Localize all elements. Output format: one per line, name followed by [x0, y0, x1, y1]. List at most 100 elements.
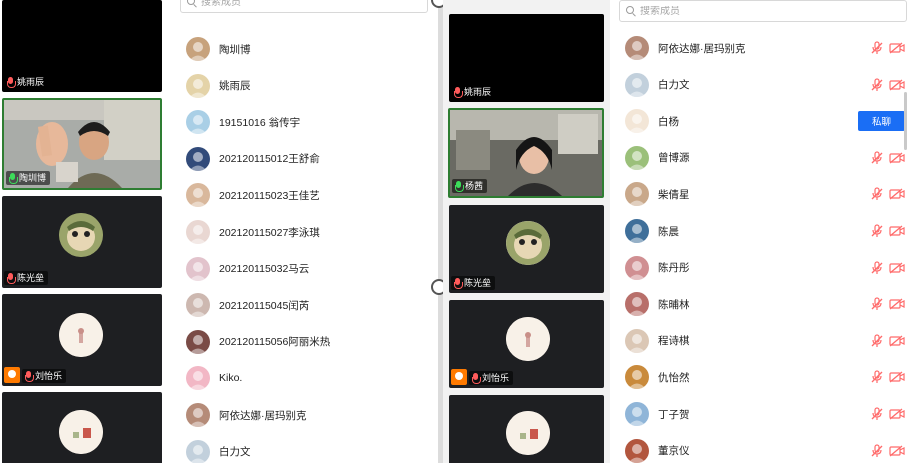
camera-off-icon[interactable]: [889, 79, 905, 91]
camera-off-badge-icon: [4, 367, 20, 383]
member-name: 程诗棋: [658, 335, 690, 348]
video-tile[interactable]: 陈光垒: [449, 205, 604, 293]
camera-off-badge-icon: [451, 369, 467, 385]
member-avatar: [186, 183, 210, 208]
mic-muted-icon[interactable]: [870, 224, 884, 238]
member-list-item[interactable]: 202120115045闰芮: [170, 287, 438, 323]
participant-nameplate: 姚雨辰: [4, 75, 49, 89]
member-name: 姚雨辰: [219, 80, 251, 93]
participant-nameplate: 刘怡乐: [469, 371, 514, 385]
member-search-box[interactable]: [619, 0, 907, 22]
camera-off-icon[interactable]: [889, 335, 905, 347]
member-list-item[interactable]: 仇怡然: [612, 359, 911, 395]
camera-off-icon[interactable]: [889, 152, 905, 164]
member-list-item[interactable]: 白力文: [170, 434, 438, 463]
member-search-input[interactable]: [640, 5, 840, 17]
member-avatar: [625, 219, 649, 243]
camera-off-icon[interactable]: [889, 262, 905, 274]
mic-muted-icon[interactable]: [870, 41, 884, 55]
video-tile[interactable]: 刘怡乐: [2, 294, 162, 386]
member-list-item[interactable]: 陶圳博: [170, 31, 438, 67]
camera-off-icon[interactable]: [889, 445, 905, 457]
mic-muted-icon[interactable]: [870, 370, 884, 384]
member-list-item[interactable]: 陈晨: [612, 213, 911, 249]
member-name: 陈晡林: [658, 298, 690, 311]
mic-muted-icon[interactable]: [870, 187, 884, 201]
member-name: 陶圳博: [219, 43, 251, 56]
video-tile[interactable]: [2, 392, 162, 463]
participant-avatar: [506, 411, 550, 455]
mic-muted-icon: [24, 370, 34, 382]
member-list-item[interactable]: 柴倩星: [612, 176, 911, 212]
mic-muted-icon[interactable]: [870, 297, 884, 311]
camera-off-icon[interactable]: [889, 298, 905, 310]
camera-off-icon[interactable]: [889, 371, 905, 383]
mic-muted-icon[interactable]: [870, 443, 884, 458]
member-list-scrollbar[interactable]: [904, 92, 907, 150]
member-avatar: [186, 73, 210, 98]
video-tile[interactable]: 陈光垒: [2, 196, 162, 288]
member-list-item[interactable]: 19151016 翁传宇: [170, 104, 438, 140]
member-name: 202120115023王佳艺: [219, 189, 320, 202]
member-name: 202120115012王舒俞: [219, 153, 320, 166]
member-list-item[interactable]: Kiko.: [170, 360, 438, 396]
video-tile[interactable]: 姚雨辰: [2, 0, 162, 92]
member-list-item[interactable]: 丁子贺: [612, 396, 911, 432]
member-list-item[interactable]: 程诗棋: [612, 323, 911, 359]
member-search-input[interactable]: [201, 0, 401, 8]
member-avatar: [186, 220, 210, 244]
member-name: 白力文: [658, 79, 690, 92]
camera-off-icon[interactable]: [889, 42, 905, 54]
private-chat-button[interactable]: 私聊: [858, 111, 905, 132]
camera-off-icon[interactable]: [889, 225, 905, 237]
member-name: 曾博源: [658, 152, 690, 165]
member-list-item[interactable]: 白力文: [612, 67, 911, 103]
member-avatar: [625, 145, 649, 170]
member-search-box[interactable]: [180, 0, 428, 13]
participant-name: 陶圳博: [19, 173, 47, 183]
member-name: 阿依达娜·居玛别克: [219, 409, 307, 422]
participant-avatar: [506, 317, 550, 361]
member-list-item[interactable]: 202120115012王舒俞: [170, 141, 438, 177]
video-tile-active-speaker[interactable]: 陶圳博: [2, 98, 162, 190]
member-list-panel-left: 陶圳博姚雨辰 19151016 翁传宇 202120115012王舒俞 2021201…: [170, 0, 438, 463]
participant-nameplate: 陈光垒: [4, 271, 49, 285]
mic-muted-icon[interactable]: [870, 407, 884, 421]
member-name: 董京仪: [658, 445, 690, 458]
video-tile-active-speaker[interactable]: 杨茜: [448, 108, 604, 198]
member-list-item[interactable]: 202120115056阿丽米热: [170, 324, 438, 360]
member-list-item[interactable]: 陈晡林: [612, 286, 911, 322]
mic-muted-icon[interactable]: [870, 260, 884, 275]
member-name: 白杨: [658, 115, 679, 128]
video-tile[interactable]: 刘怡乐: [449, 300, 604, 388]
participant-name: 陈光垒: [464, 278, 492, 288]
member-avatar: [625, 36, 649, 60]
camera-off-icon[interactable]: [889, 408, 905, 420]
video-column-right: 姚雨辰 杨茜 陈光垒 刘怡乐: [443, 0, 610, 463]
member-list-item[interactable]: 202120115023王佳艺: [170, 177, 438, 213]
member-list-item[interactable]: 202120115027李泳琪: [170, 214, 438, 250]
member-list-item[interactable]: 阿依达娜·居玛别克: [612, 30, 911, 66]
mic-muted-icon: [6, 272, 16, 284]
member-list-item[interactable]: 202120115032马云: [170, 251, 438, 287]
video-tile[interactable]: 姚雨辰: [449, 14, 604, 102]
participant-name: 刘怡乐: [35, 371, 63, 381]
participant-nameplate: 刘怡乐: [22, 369, 67, 383]
member-list-item[interactable]: 阿依达娜·居玛别克: [170, 397, 438, 433]
member-list-item[interactable]: 曾博源: [612, 140, 911, 176]
member-name: 陈丹彤: [658, 262, 690, 275]
mic-muted-icon[interactable]: [870, 151, 884, 165]
video-tile[interactable]: [449, 395, 604, 463]
member-list-item[interactable]: 姚雨辰: [170, 68, 438, 104]
camera-off-icon[interactable]: [889, 188, 905, 200]
member-name: 白力文: [219, 446, 251, 459]
member-avatar: [186, 37, 210, 61]
member-list-item[interactable]: 陈丹彤: [612, 250, 911, 286]
member-list-item[interactable]: 白杨 私聊: [612, 103, 911, 139]
participant-avatar: [59, 313, 103, 357]
participant-name: 姚雨辰: [17, 77, 45, 87]
member-list-item[interactable]: 董京仪: [612, 433, 911, 463]
mic-muted-icon[interactable]: [870, 334, 884, 348]
mic-muted-icon[interactable]: [870, 77, 884, 92]
video-column-left: 姚雨辰 陶圳博 陈光垒 刘怡乐: [0, 0, 168, 463]
